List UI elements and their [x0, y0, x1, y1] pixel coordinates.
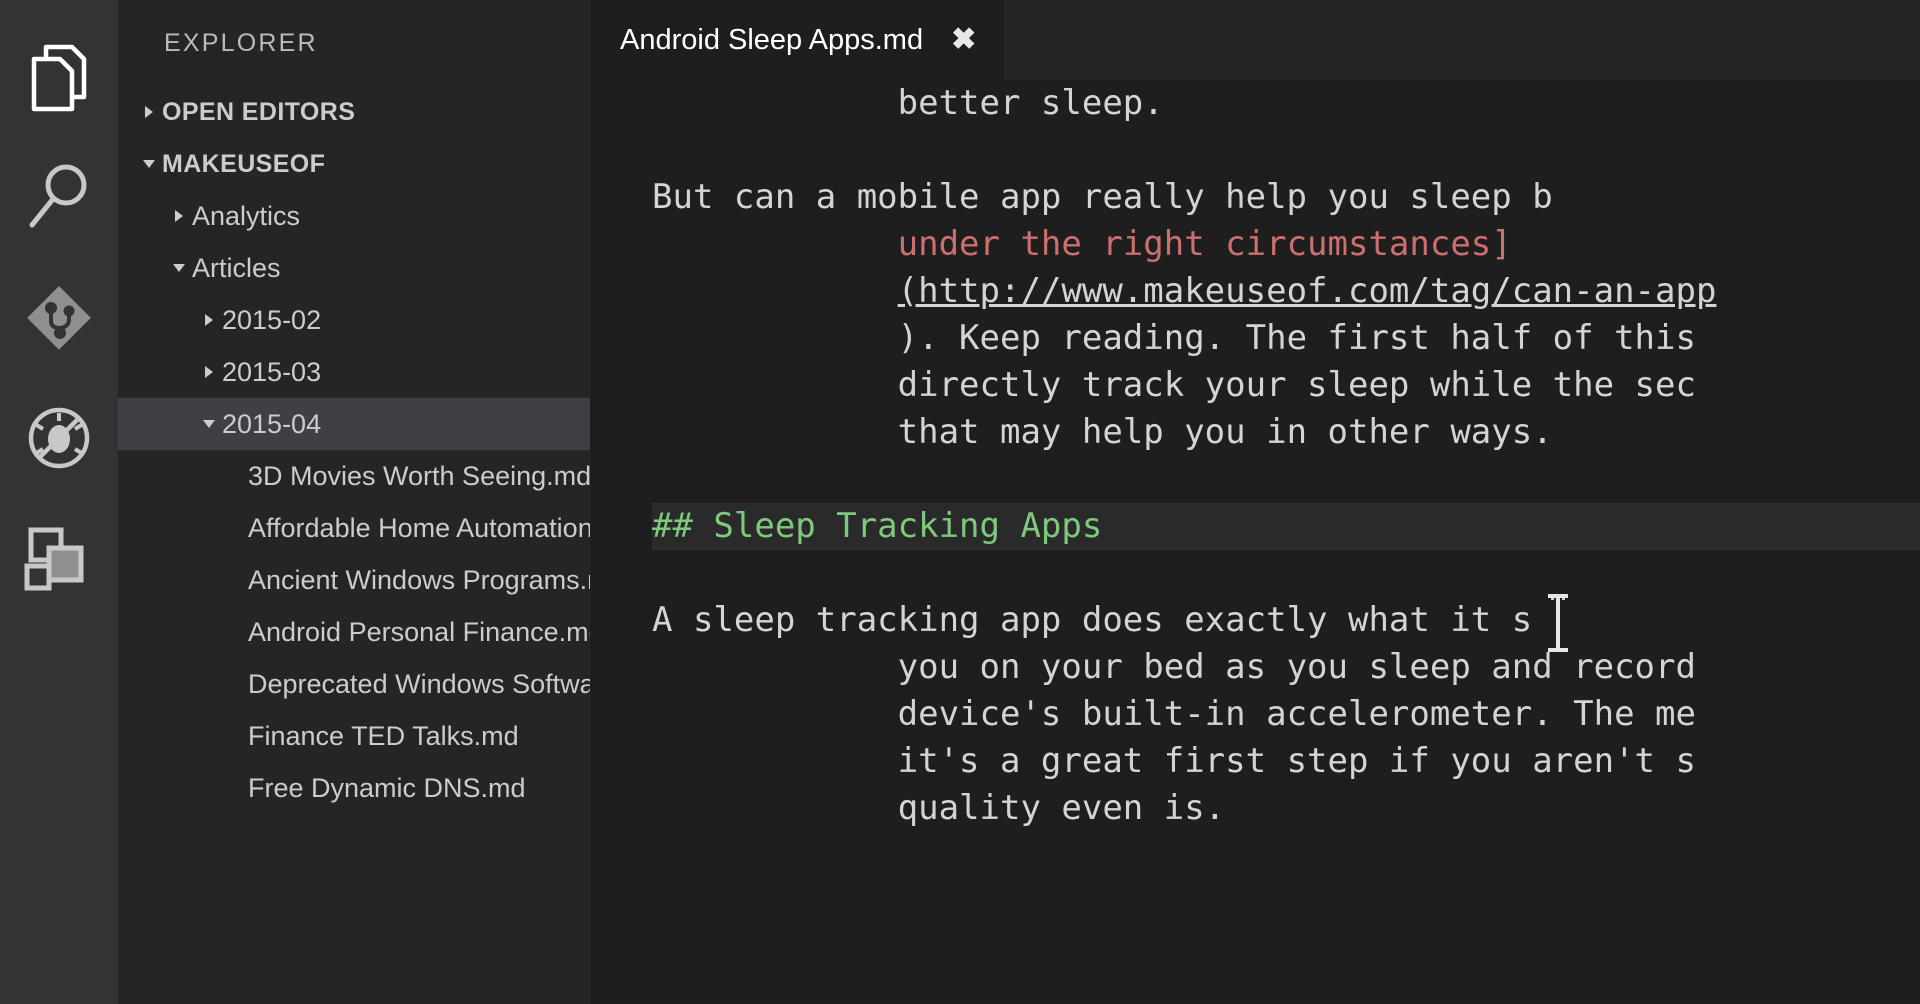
debug-icon: [22, 401, 96, 475]
tree-file-row[interactable]: Deprecated Windows Software.md: [118, 658, 590, 710]
editor-indent: [652, 412, 898, 452]
explorer-tree: OPEN EDITORS MAKEUSEOF Analytics Articles…: [118, 86, 590, 814]
editor-token: quality even is.: [897, 788, 1226, 828]
editor-indent: [652, 224, 898, 264]
chevron-right-icon[interactable]: [136, 103, 162, 121]
editor-token: (http://www.makeuseof.com/tag/can-an-app: [897, 271, 1717, 311]
explorer-sidebar: EXPLORER OPEN EDITORS MAKEUSEOF Analytic…: [118, 0, 590, 1004]
editor-line[interactable]: quality even is.: [652, 785, 1920, 832]
editor-indent: [652, 694, 898, 734]
tab-label: Android Sleep Apps.md: [620, 23, 924, 56]
editor-token: better sleep.: [897, 83, 1164, 123]
editor-line[interactable]: [652, 127, 1920, 174]
editor-line[interactable]: better sleep.: [652, 80, 1920, 127]
tree-item-label: 2015-03: [222, 356, 322, 387]
editor-indent: [652, 741, 898, 781]
close-icon[interactable]: ✖: [951, 25, 976, 55]
vscode-window: EXPLORER OPEN EDITORS MAKEUSEOF Analytic…: [0, 0, 1920, 1004]
tree-item-label: 3D Movies Worth Seeing.md: [248, 460, 590, 491]
activity-item-extensions[interactable]: [0, 498, 118, 618]
tree-folder-row[interactable]: 2015-04: [118, 398, 590, 450]
tree-file-row[interactable]: Android Personal Finance.md: [118, 606, 590, 658]
editor-indent: [652, 788, 898, 828]
source-control-icon: [22, 281, 96, 355]
editor-line[interactable]: directly track your sleep while the sec: [652, 362, 1920, 409]
editor-line-current[interactable]: ## Sleep Tracking Apps: [652, 503, 1920, 550]
editor-token: device's built-in accelerometer. The me: [897, 694, 1696, 734]
editor-indent: [652, 318, 898, 358]
editor-tab-bar: Android Sleep Apps.md ✖: [590, 0, 1920, 80]
editor-token: under the right circumstances]: [897, 224, 1512, 264]
tree-rows: Analytics Articles 2015-02 2015-03 2015-04 3D…: [118, 190, 590, 814]
files-icon: [28, 41, 90, 115]
chevron-right-icon[interactable]: [196, 311, 222, 329]
tree-item-label: Affordable Home Automation.md: [248, 512, 590, 543]
extensions-icon: [23, 522, 95, 594]
tree-item-label: 2015-02: [222, 304, 322, 335]
editor-token: that may help you in other ways.: [897, 412, 1553, 452]
chevron-down-icon[interactable]: [196, 415, 222, 433]
chevron-down-icon[interactable]: [136, 155, 162, 173]
tree-item-label: Articles: [192, 252, 281, 283]
tree-section-makeuseof[interactable]: MAKEUSEOF: [118, 138, 590, 190]
editor-line[interactable]: under the right circumstances]: [652, 221, 1920, 268]
tree-section-label: MAKEUSEOF: [162, 149, 326, 178]
editor-line[interactable]: [652, 550, 1920, 597]
chevron-right-icon[interactable]: [166, 207, 192, 225]
editor-line[interactable]: A sleep tracking app does exactly what i…: [652, 597, 1920, 644]
activity-item-source-control[interactable]: [0, 258, 118, 378]
activity-item-explorer[interactable]: [0, 18, 118, 138]
editor-code[interactable]: better sleep. But can a mobile app reall…: [590, 80, 1920, 1004]
editor-indent: [652, 83, 898, 123]
editor-token: directly track your sleep while the sec: [897, 365, 1696, 405]
tree-item-label: Ancient Windows Programs.md: [248, 564, 590, 595]
tab-bar-empty-space: [1004, 0, 1920, 80]
chevron-right-icon[interactable]: [196, 363, 222, 381]
tree-item-label: Deprecated Windows Software.md: [248, 668, 590, 699]
editor-text-area[interactable]: better sleep. But can a mobile app reall…: [590, 80, 1920, 1004]
tree-folder-row[interactable]: 2015-02: [118, 294, 590, 346]
editor-indent: [652, 365, 898, 405]
editor-tab-android-sleep-apps[interactable]: Android Sleep Apps.md ✖: [590, 0, 1005, 80]
editor-token: ## Sleep Tracking Apps: [652, 506, 1103, 546]
tree-file-row[interactable]: Ancient Windows Programs.md: [118, 554, 590, 606]
activity-item-debug[interactable]: [0, 378, 118, 498]
editor-area: Android Sleep Apps.md ✖ better sleep. Bu…: [590, 0, 1920, 1004]
activity-item-search[interactable]: [0, 138, 118, 258]
chevron-down-icon[interactable]: [166, 259, 192, 277]
editor-line[interactable]: [652, 456, 1920, 503]
sidebar-title: EXPLORER: [118, 0, 590, 86]
editor-line[interactable]: device's built-in accelerometer. The me: [652, 691, 1920, 738]
tree-file-row[interactable]: Free Dynamic DNS.md: [118, 762, 590, 814]
tree-item-label: Finance TED Talks.md: [248, 720, 519, 751]
editor-token: ). Keep reading. The first half of this: [897, 318, 1696, 358]
tree-item-label: Android Personal Finance.md: [248, 616, 590, 647]
editor-line[interactable]: But can a mobile app really help you sle…: [652, 174, 1920, 221]
editor-line[interactable]: you on your bed as you sleep and record: [652, 644, 1920, 691]
search-icon: [24, 161, 94, 235]
tree-file-row[interactable]: Finance TED Talks.md: [118, 710, 590, 762]
tree-file-row[interactable]: 3D Movies Worth Seeing.md: [118, 450, 590, 502]
editor-line[interactable]: it's a great first step if you aren't s: [652, 738, 1920, 785]
editor-line[interactable]: ). Keep reading. The first half of this: [652, 315, 1920, 362]
editor-token: you on your bed as you sleep and record: [897, 647, 1696, 687]
activity-bar: [0, 0, 118, 1004]
tree-section-open-editors[interactable]: OPEN EDITORS: [118, 86, 590, 138]
tree-folder-row[interactable]: 2015-03: [118, 346, 590, 398]
editor-indent: [652, 647, 898, 687]
editor-token: A sleep tracking app does exactly what i…: [652, 600, 1533, 640]
editor-token: it's a great first step if you aren't s: [897, 741, 1696, 781]
tree-item-label: 2015-04: [222, 408, 322, 439]
editor-line[interactable]: that may help you in other ways.: [652, 409, 1920, 456]
tree-folder-row[interactable]: Articles: [118, 242, 590, 294]
tree-item-label: Analytics: [192, 200, 301, 231]
tree-file-row[interactable]: Affordable Home Automation.md: [118, 502, 590, 554]
tree-item-label: Free Dynamic DNS.md: [248, 772, 526, 803]
tree-section-label: OPEN EDITORS: [162, 97, 356, 126]
editor-line[interactable]: (http://www.makeuseof.com/tag/can-an-app: [652, 268, 1920, 315]
editor-indent: [652, 271, 898, 311]
tree-folder-row[interactable]: Analytics: [118, 190, 590, 242]
editor-token: But can a mobile app really help you sle…: [652, 177, 1553, 217]
